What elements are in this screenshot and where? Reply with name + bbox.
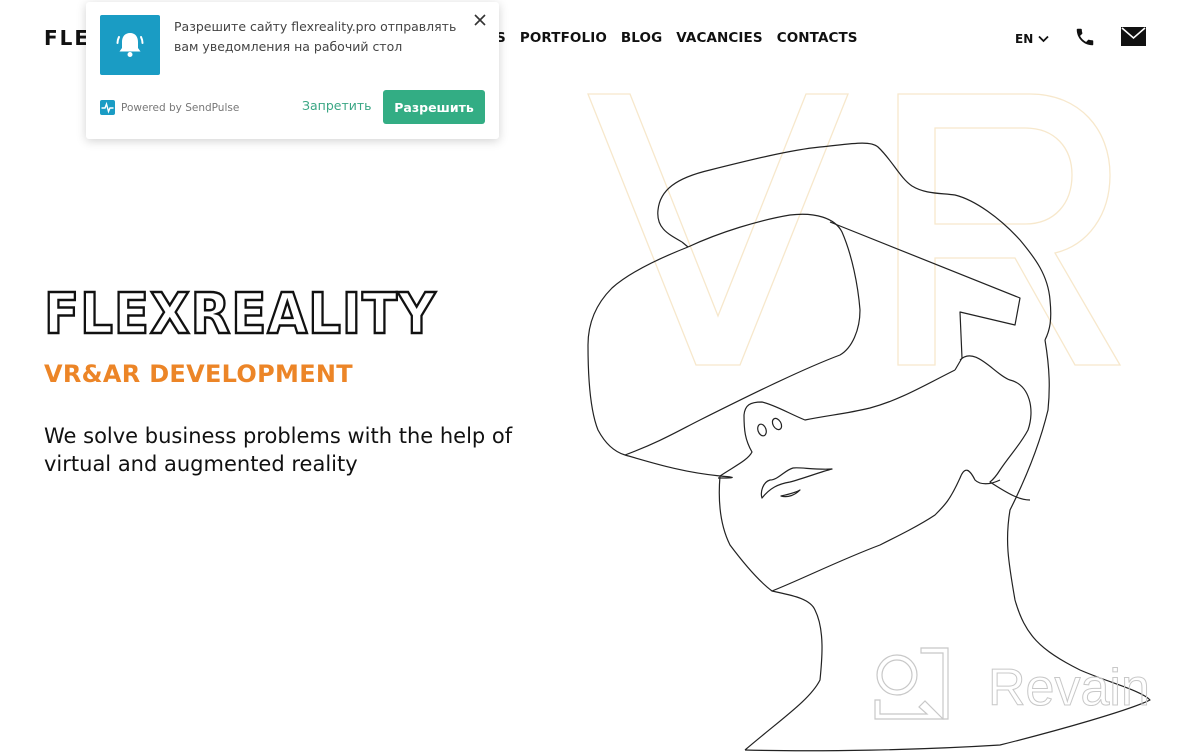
hero-subtitle: VR&AR DEVELOPMENT <box>44 360 353 388</box>
push-notification-prompt: Разрешите сайту flexreality.pro отправля… <box>86 2 499 139</box>
chevron-down-icon <box>1038 35 1049 43</box>
revain-watermark-text: Revain <box>988 659 1150 717</box>
hero-description: We solve business problems with the help… <box>44 424 513 476</box>
nav-item-portfolio[interactable]: PORTFOLIO <box>520 30 607 46</box>
deny-button[interactable]: Запретить <box>302 98 372 113</box>
notification-message: Разрешите сайту flexreality.pro отправля… <box>174 19 457 54</box>
bell-icon <box>116 33 144 57</box>
mail-icon[interactable] <box>1121 27 1146 46</box>
revain-watermark: Revain <box>874 647 1150 720</box>
nav-item-contacts[interactable]: CONTACTS <box>777 30 858 46</box>
notification-icon-box <box>100 15 160 75</box>
site-logo[interactable]: FLE <box>44 26 90 50</box>
main-nav: S PORTFOLIO BLOG VACANCIES CONTACTS <box>496 30 872 46</box>
background-vr-letters <box>587 93 1122 366</box>
language-selector[interactable]: EN <box>1015 32 1049 46</box>
letter-v-outline <box>587 93 849 366</box>
phone-icon[interactable] <box>1074 26 1096 48</box>
sendpulse-logo-icon <box>100 100 115 115</box>
powered-by-label: Powered by SendPulse <box>121 101 240 114</box>
nav-item-vacancies[interactable]: VACANCIES <box>676 30 762 46</box>
hero-title: FLEXREALITY <box>43 281 437 349</box>
letter-r-outline <box>897 93 1122 366</box>
allow-button[interactable]: Разрешить <box>383 90 485 124</box>
close-icon[interactable] <box>473 13 487 27</box>
revain-logo-icon <box>874 647 949 720</box>
powered-by[interactable]: Powered by SendPulse <box>100 100 239 115</box>
language-label: EN <box>1015 32 1034 46</box>
nav-item-blog[interactable]: BLOG <box>621 30 662 46</box>
